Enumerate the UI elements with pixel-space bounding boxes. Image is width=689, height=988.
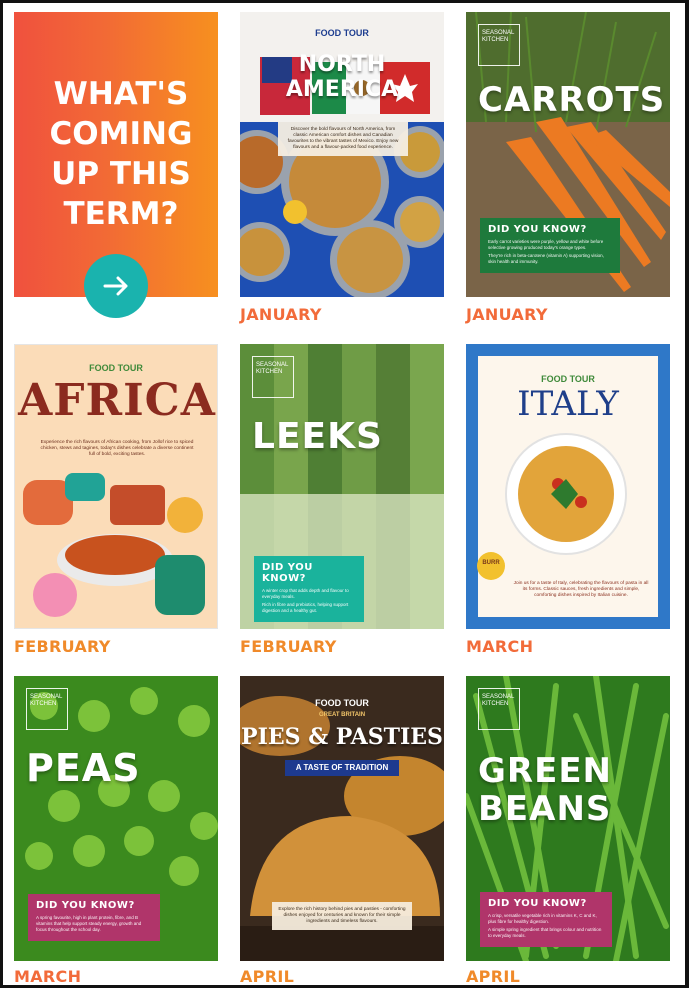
did-you-know-text: Early carrot varieties were purple, yell… bbox=[488, 239, 604, 250]
peas-card[interactable]: SEASONAL KITCHEN PEAS DID YOU KNOW? A sp… bbox=[14, 676, 218, 961]
food-tour-label: FOOD TOUR bbox=[315, 28, 369, 38]
did-you-know-title: DID YOU KNOW? bbox=[488, 898, 587, 909]
food-tour-label: FOOD TOUR bbox=[541, 374, 595, 384]
month-label: JANUARY bbox=[466, 305, 548, 324]
did-you-know-text: A crisp, versatile vegetable rich in vit… bbox=[488, 913, 597, 924]
seasonal-kitchen-badge: SEASONAL KITCHEN bbox=[252, 356, 294, 398]
did-you-know-box: DID YOU KNOW? Early carrot varieties wer… bbox=[480, 218, 620, 273]
pasta-tag: BURR bbox=[482, 560, 500, 566]
card-title: ITALY bbox=[517, 384, 619, 424]
card-title: NORTH AMERICA bbox=[285, 52, 399, 102]
did-you-know-text: A winter crop that adds depth and flavou… bbox=[262, 588, 349, 599]
card-title: LEEKS bbox=[252, 416, 383, 457]
card-blurb: Join us for a taste of Italy, celebratin… bbox=[513, 581, 649, 598]
did-you-know-text: They're rich in beta-carotene (vitamin A… bbox=[488, 253, 604, 264]
month-label: JANUARY bbox=[240, 305, 322, 324]
leeks-card[interactable]: SEASONAL KITCHEN LEEKS DID YOU KNOW? A w… bbox=[240, 344, 444, 629]
italy-card[interactable]: FOOD TOUR ITALY BURR Join us for a taste… bbox=[466, 344, 670, 629]
did-you-know-box: DID YOU KNOW? A spring favourite, high i… bbox=[28, 894, 160, 941]
card-title: GREEN BEANS bbox=[478, 751, 612, 829]
tradition-ribbon: A TASTE OF TRADITION bbox=[285, 760, 399, 776]
card-blurb: Experience the rich flavours of African … bbox=[40, 440, 194, 457]
month-label: MARCH bbox=[466, 637, 534, 656]
card-title: PIES & PASTIES bbox=[241, 724, 443, 750]
card-blurb: Explore the rich history behind pies and… bbox=[272, 902, 412, 930]
month-label: MARCH bbox=[14, 967, 82, 986]
seasonal-kitchen-badge: SEASONAL KITCHEN bbox=[26, 688, 68, 730]
did-you-know-title: DID YOU KNOW? bbox=[262, 562, 313, 584]
food-tour-label: FOOD TOUR bbox=[89, 363, 143, 373]
africa-card[interactable]: FOOD TOUR AFRICA Experience the rich fla… bbox=[14, 344, 218, 629]
card-title: AFRICA bbox=[18, 375, 216, 426]
great-britain-label: GREAT BRITAIN bbox=[318, 712, 366, 718]
arrow-right-icon bbox=[103, 276, 128, 296]
seasonal-kitchen-badge: SEASONAL KITCHEN bbox=[478, 24, 520, 66]
did-you-know-title: DID YOU KNOW? bbox=[488, 224, 587, 235]
food-tour-label: FOOD TOUR bbox=[315, 698, 369, 708]
next-arrow-button[interactable] bbox=[84, 254, 148, 318]
month-label: FEBRUARY bbox=[14, 637, 111, 656]
north-america-card[interactable]: FOOD TOUR NORTH AMERICA Discover the bol… bbox=[240, 12, 444, 297]
card-title: CARROTS bbox=[478, 80, 666, 120]
green-beans-card[interactable]: SEASONAL KITCHEN GREEN BEANS DID YOU KNO… bbox=[466, 676, 670, 961]
seasonal-kitchen-badge: SEASONAL KITCHEN bbox=[478, 688, 520, 730]
month-label: FEBRUARY bbox=[240, 637, 337, 656]
did-you-know-text: A simple spring ingredient that brings c… bbox=[488, 927, 602, 938]
month-label: APRIL bbox=[240, 967, 295, 986]
did-you-know-title: DID YOU KNOW? bbox=[36, 900, 135, 911]
hero-title: WHAT'S COMING UP THIS TERM? bbox=[49, 76, 193, 232]
card-title: PEAS bbox=[26, 746, 141, 790]
card-blurb: Discover the bold flavours of North Amer… bbox=[278, 122, 408, 156]
month-label: APRIL bbox=[466, 967, 521, 986]
did-you-know-box: DID YOU KNOW? A crisp, versatile vegetab… bbox=[480, 892, 612, 947]
did-you-know-text: Rich in fibre and prebiotics, helping su… bbox=[262, 602, 349, 613]
did-you-know-box: DID YOU KNOW? A winter crop that adds de… bbox=[254, 556, 364, 622]
pies-pasties-card[interactable]: FOOD TOUR GREAT BRITAIN PIES & PASTIES A… bbox=[240, 676, 444, 961]
carrots-card[interactable]: SEASONAL KITCHEN CARROTS DID YOU KNOW? E… bbox=[466, 12, 670, 297]
did-you-know-text: A spring favourite, high in plant protei… bbox=[36, 915, 142, 932]
